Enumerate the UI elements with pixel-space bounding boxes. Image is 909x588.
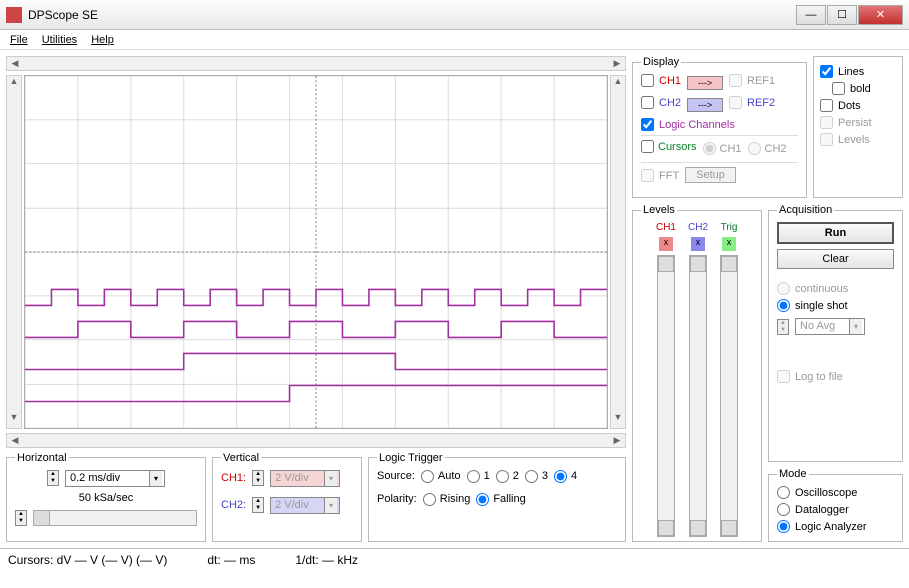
status-fdt: 1/dt: — kHz [295, 553, 358, 567]
levels-legend: Levels [641, 204, 677, 216]
level-ch1-box[interactable]: x [659, 237, 673, 251]
disp-fft-check[interactable]: FFT [641, 169, 679, 182]
scope-scroll-top[interactable]: ◀▶ [6, 56, 626, 71]
level-ch1-label: CH1 [656, 222, 676, 233]
timediv-combo[interactable]: 0.2 ms/div [65, 470, 165, 487]
titlebar: DPScope SE — ☐ ✕ [0, 0, 909, 30]
polarity-falling[interactable]: Falling [476, 493, 525, 506]
src-3[interactable]: 3 [525, 470, 548, 483]
statusbar: Cursors: dV — V (— V) (— V) dt: — ms 1/d… [0, 548, 909, 571]
timediv-spin[interactable]: ▲▼ [47, 470, 59, 486]
scope-scroll-right[interactable]: ▲▼ [610, 75, 626, 429]
fft-setup-button[interactable]: Setup [685, 167, 736, 183]
src-auto[interactable]: Auto [421, 470, 461, 483]
run-button[interactable]: Run [777, 222, 894, 244]
disp-ch2-check[interactable]: CH2 [641, 96, 681, 109]
logic-trigger-legend: Logic Trigger [377, 452, 445, 464]
acquisition-group: Acquisition Run Clear continuous single … [768, 204, 903, 462]
level-ch2-slider[interactable] [689, 255, 707, 537]
opt-persist-check[interactable]: Persist [820, 116, 896, 129]
mode-group: Mode Oscilloscope Datalogger Logic Analy… [768, 468, 903, 542]
polarity-rising[interactable]: Rising [423, 493, 471, 506]
avg-combo[interactable]: No Avg [795, 318, 865, 335]
levels-group: Levels CH1 x CH2 x Trig x [632, 204, 762, 542]
src-4[interactable]: 4 [554, 470, 577, 483]
menubar: File Utilities Help [0, 30, 909, 50]
hoffset-slider[interactable] [33, 510, 197, 526]
vertical-group: Vertical CH1: ▲▼ 2 V/div CH2: ▲▼ 2 V/div [212, 452, 362, 542]
menu-help[interactable]: Help [91, 34, 114, 46]
window-title: DPScope SE [28, 8, 98, 22]
hoffset-spin[interactable]: ▲▼ [15, 510, 27, 526]
src-1[interactable]: 1 [467, 470, 490, 483]
cursor-ch2-radio[interactable]: CH2 [748, 142, 787, 155]
acq-single-radio[interactable]: single shot [777, 299, 894, 312]
render-options-group: Lines bold Dots Persist Levels [813, 56, 903, 198]
cursor-ch1-radio[interactable]: CH1 [703, 142, 742, 155]
level-trig-slider[interactable] [720, 255, 738, 537]
logic-trigger-group: Logic Trigger Source: Auto 1 2 3 4 Polar… [368, 452, 626, 542]
ch1-vdiv-spin[interactable]: ▲▼ [252, 470, 264, 486]
maximize-button[interactable]: ☐ [827, 5, 857, 25]
disp-ref1-check[interactable]: REF1 [729, 74, 775, 87]
menu-utilities[interactable]: Utilities [42, 34, 77, 46]
horizontal-legend: Horizontal [15, 452, 69, 464]
menu-file[interactable]: File [10, 34, 28, 46]
level-trig-box[interactable]: x [722, 237, 736, 251]
ch1-vdiv-combo[interactable]: 2 V/div [270, 470, 340, 487]
opt-levels-check[interactable]: Levels [820, 133, 896, 146]
mode-legend: Mode [777, 468, 809, 480]
close-button[interactable]: ✕ [858, 5, 903, 25]
trigger-polarity-label: Polarity: [377, 493, 417, 505]
vertical-legend: Vertical [221, 452, 261, 464]
disp-cursors-check[interactable]: Cursors [641, 140, 697, 153]
status-dt: dt: — ms [207, 553, 255, 567]
ch2-color-indicator[interactable]: ---> [687, 98, 723, 112]
status-cursors: Cursors: dV — V (— V) (— V) [8, 553, 167, 567]
display-legend: Display [641, 56, 681, 68]
level-ch2-label: CH2 [688, 222, 708, 233]
opt-dots-check[interactable]: Dots [820, 99, 896, 112]
level-trig-label: Trig [721, 222, 738, 233]
sample-rate-label: 50 kSa/sec [15, 492, 197, 504]
log-to-file-check[interactable]: Log to file [777, 370, 894, 383]
scope-display [24, 75, 608, 429]
acquisition-legend: Acquisition [777, 204, 834, 216]
ch1-label: CH1: [221, 472, 246, 484]
ch2-label: CH2: [221, 499, 246, 511]
scope-scroll-left[interactable]: ▲▼ [6, 75, 22, 429]
ch2-vdiv-spin[interactable]: ▲▼ [252, 497, 264, 513]
mode-la-radio[interactable]: Logic Analyzer [777, 520, 894, 533]
avg-spin[interactable]: ▲▼ [777, 319, 789, 335]
minimize-button[interactable]: — [796, 5, 826, 25]
horizontal-group: Horizontal ▲▼ 0.2 ms/div 50 kSa/sec ▲▼ [6, 452, 206, 542]
opt-bold-check[interactable]: bold [832, 82, 896, 95]
level-ch1-slider[interactable] [657, 255, 675, 537]
level-ch2-box[interactable]: x [691, 237, 705, 251]
src-2[interactable]: 2 [496, 470, 519, 483]
ch1-color-indicator[interactable]: ---> [687, 76, 723, 90]
scope-scroll-bottom[interactable]: ◀▶ [6, 433, 626, 448]
disp-ch1-check[interactable]: CH1 [641, 74, 681, 87]
clear-button[interactable]: Clear [777, 249, 894, 269]
disp-ref2-check[interactable]: REF2 [729, 96, 775, 109]
app-icon [6, 7, 22, 23]
opt-lines-check[interactable]: Lines [820, 65, 896, 78]
ch2-vdiv-combo[interactable]: 2 V/div [270, 497, 340, 514]
mode-datalog-radio[interactable]: Datalogger [777, 503, 894, 516]
trigger-source-label: Source: [377, 470, 415, 482]
acq-continuous-radio[interactable]: continuous [777, 282, 894, 295]
mode-osc-radio[interactable]: Oscilloscope [777, 486, 894, 499]
disp-logic-check[interactable]: Logic Channels [641, 118, 798, 131]
display-group: Display CH1 ---> REF1 CH2 ---> REF2 Logi… [632, 56, 807, 198]
